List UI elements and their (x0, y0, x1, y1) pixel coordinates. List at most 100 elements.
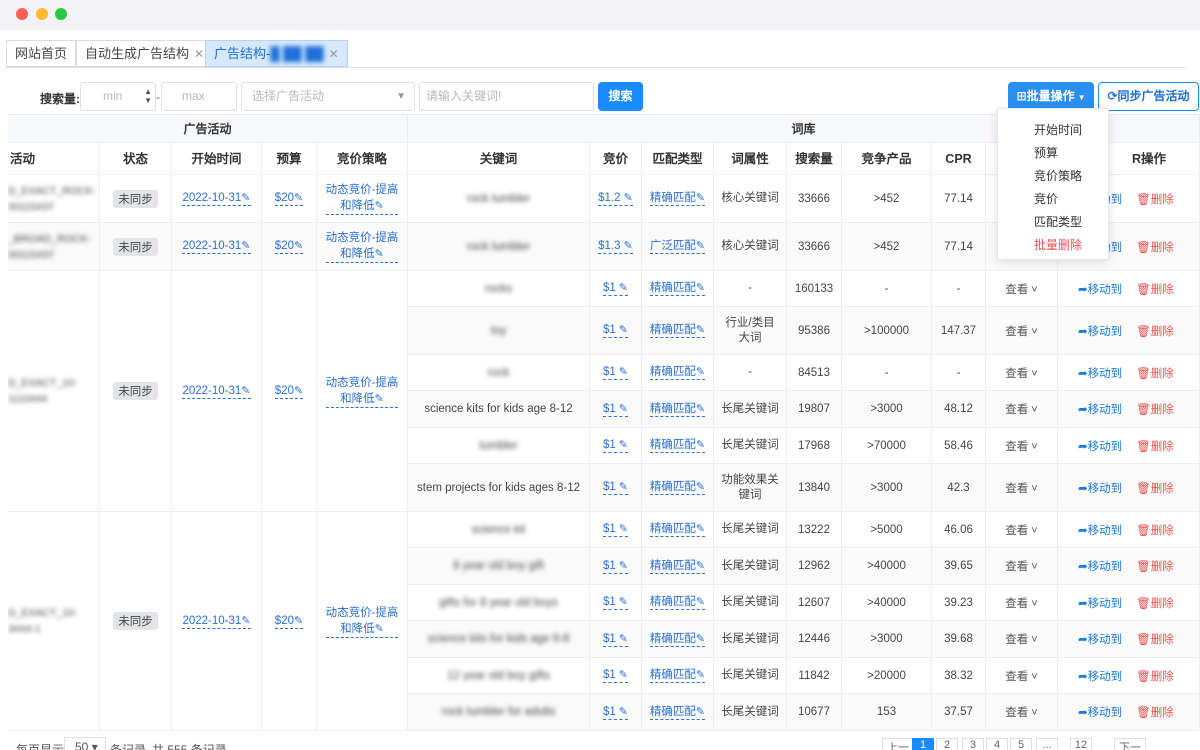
edit-icon[interactable]: ✎ (616, 560, 628, 572)
budget-edit-link[interactable]: $20✎ (274, 191, 304, 206)
edit-icon[interactable]: ✎ (696, 560, 705, 572)
menu-item-budget[interactable]: 预算 (1034, 144, 1058, 161)
delete-button[interactable]: 🗑删除 (1136, 438, 1174, 454)
match-type-edit-link[interactable]: 精确匹配✎ (649, 668, 706, 683)
match-type-edit-link[interactable]: 精确匹配✎ (649, 480, 706, 495)
edit-icon[interactable]: ✎ (696, 240, 705, 252)
bid-strategy-edit-link[interactable]: 动态竞价-提高 和降低✎ (325, 182, 399, 215)
delete-button[interactable]: 🗑删除 (1136, 365, 1174, 381)
edit-icon[interactable]: ✎ (241, 240, 250, 252)
edit-icon[interactable]: ✎ (696, 596, 705, 608)
edit-icon[interactable]: ✎ (616, 439, 628, 451)
match-type-edit-link[interactable]: 精确匹配✎ (649, 632, 706, 647)
edit-icon[interactable]: ✎ (616, 669, 628, 681)
edit-icon[interactable]: ✎ (696, 366, 705, 378)
menu-item-bid[interactable]: 竞价 (1034, 190, 1058, 207)
page-button[interactable]: ... (1036, 738, 1058, 750)
match-type-edit-link[interactable]: 精确匹配✎ (649, 402, 706, 417)
bid-edit-link[interactable]: $1.2 ✎ (598, 191, 633, 206)
view-dropdown[interactable]: 查看 ˅ (1005, 323, 1037, 339)
match-type-edit-link[interactable]: 精确匹配✎ (649, 438, 706, 453)
view-dropdown[interactable]: 查看 ˅ (1005, 558, 1037, 574)
page-button[interactable]: 1 (912, 738, 934, 750)
edit-icon[interactable]: ✎ (696, 633, 705, 645)
delete-button[interactable]: 🗑删除 (1136, 631, 1174, 647)
edit-icon[interactable]: ✎ (616, 706, 628, 718)
move-to-button[interactable]: ➦移动到 (1078, 631, 1122, 647)
page-button[interactable]: 2 (936, 738, 958, 750)
start-time-edit-link[interactable]: 2022-10-31✎ (182, 239, 251, 254)
page-button[interactable]: 3 (962, 738, 984, 750)
move-to-button[interactable]: ➦移动到 (1078, 438, 1122, 454)
move-to-button[interactable]: ➦移动到 (1078, 704, 1122, 720)
start-time-edit-link[interactable]: 2022-10-31✎ (182, 384, 251, 399)
move-to-button[interactable]: ➦移动到 (1078, 281, 1122, 297)
bid-edit-link[interactable]: $1 ✎ (602, 668, 629, 683)
move-to-button[interactable]: ➦移动到 (1078, 323, 1122, 339)
delete-button[interactable]: 🗑删除 (1136, 239, 1174, 255)
match-type-edit-link[interactable]: 精确匹配✎ (649, 191, 706, 206)
edit-icon[interactable]: ✎ (375, 623, 384, 635)
edit-icon[interactable]: ✎ (616, 523, 628, 535)
max-volume-input[interactable]: max (161, 82, 237, 111)
view-dropdown[interactable]: 查看 ˅ (1005, 522, 1037, 538)
edit-icon[interactable]: ✎ (696, 481, 705, 493)
bid-edit-link[interactable]: $1 ✎ (602, 438, 629, 453)
page-button[interactable]: 上一页 (882, 738, 914, 750)
edit-icon[interactable]: ✎ (375, 200, 384, 212)
edit-icon[interactable]: ✎ (621, 240, 633, 252)
edit-icon[interactable]: ✎ (294, 615, 303, 627)
move-to-button[interactable]: ➦移动到 (1078, 522, 1122, 538)
move-to-button[interactable]: ➦移动到 (1078, 595, 1122, 611)
budget-edit-link[interactable]: $20✎ (274, 384, 304, 399)
menu-item-match-type[interactable]: 匹配类型 (1034, 213, 1082, 230)
edit-icon[interactable]: ✎ (241, 192, 250, 204)
move-to-button[interactable]: ➦移动到 (1078, 480, 1122, 496)
close-window-button[interactable] (16, 8, 28, 20)
view-dropdown[interactable]: 查看 ˅ (1005, 480, 1037, 496)
view-dropdown[interactable]: 查看 ˅ (1005, 401, 1037, 417)
menu-item-bid-strategy[interactable]: 竞价策略 (1034, 167, 1082, 184)
bid-edit-link[interactable]: $1 ✎ (602, 480, 629, 495)
budget-edit-link[interactable]: $20✎ (274, 614, 304, 629)
delete-button[interactable]: 🗑删除 (1136, 401, 1174, 417)
bid-edit-link[interactable]: $1 ✎ (602, 402, 629, 417)
match-type-edit-link[interactable]: 精确匹配✎ (649, 522, 706, 537)
bid-edit-link[interactable]: $1 ✎ (602, 323, 629, 338)
delete-button[interactable]: 🗑删除 (1136, 323, 1174, 339)
edit-icon[interactable]: ✎ (696, 669, 705, 681)
edit-icon[interactable]: ✎ (696, 403, 705, 415)
edit-icon[interactable]: ✎ (696, 706, 705, 718)
move-to-button[interactable]: ➦移动到 (1078, 365, 1122, 381)
edit-icon[interactable]: ✎ (621, 192, 633, 204)
page-button[interactable]: 12 (1070, 738, 1092, 750)
batch-operation-button[interactable]: ⊞批量操作 ▼ (1008, 82, 1094, 111)
delete-button[interactable]: 🗑删除 (1136, 595, 1174, 611)
edit-icon[interactable]: ✎ (294, 385, 303, 397)
edit-icon[interactable]: ✎ (294, 240, 303, 252)
match-type-edit-link[interactable]: 精确匹配✎ (649, 323, 706, 338)
edit-icon[interactable]: ✎ (616, 324, 628, 336)
stepper-icon[interactable]: ▲ ▼ (144, 87, 152, 105)
tab-auto-generate[interactable]: 自动生成广告结构 ✕ (76, 40, 214, 67)
delete-button[interactable]: 🗑删除 (1136, 558, 1174, 574)
match-type-edit-link[interactable]: 精确匹配✎ (649, 595, 706, 610)
view-dropdown[interactable]: 查看 ˅ (1005, 281, 1037, 297)
bid-strategy-edit-link[interactable]: 动态竞价-提高 和降低✎ (325, 375, 399, 408)
edit-icon[interactable]: ✎ (616, 403, 628, 415)
edit-icon[interactable]: ✎ (616, 481, 628, 493)
match-type-edit-link[interactable]: 精确匹配✎ (649, 559, 706, 574)
edit-icon[interactable]: ✎ (696, 439, 705, 451)
delete-button[interactable]: 🗑删除 (1136, 281, 1174, 297)
page-button[interactable]: 4 (986, 738, 1008, 750)
search-button[interactable]: 搜索 (598, 82, 643, 111)
edit-icon[interactable]: ✎ (616, 596, 628, 608)
edit-icon[interactable]: ✎ (294, 192, 303, 204)
delete-button[interactable]: 🗑删除 (1136, 704, 1174, 720)
bid-edit-link[interactable]: $1 ✎ (602, 281, 629, 296)
bid-edit-link[interactable]: $1 ✎ (602, 705, 629, 720)
edit-icon[interactable]: ✎ (616, 282, 628, 294)
match-type-edit-link[interactable]: 精确匹配✎ (649, 365, 706, 380)
bid-strategy-edit-link[interactable]: 动态竞价-提高 和降低✎ (325, 230, 399, 263)
bid-edit-link[interactable]: $1 ✎ (602, 632, 629, 647)
